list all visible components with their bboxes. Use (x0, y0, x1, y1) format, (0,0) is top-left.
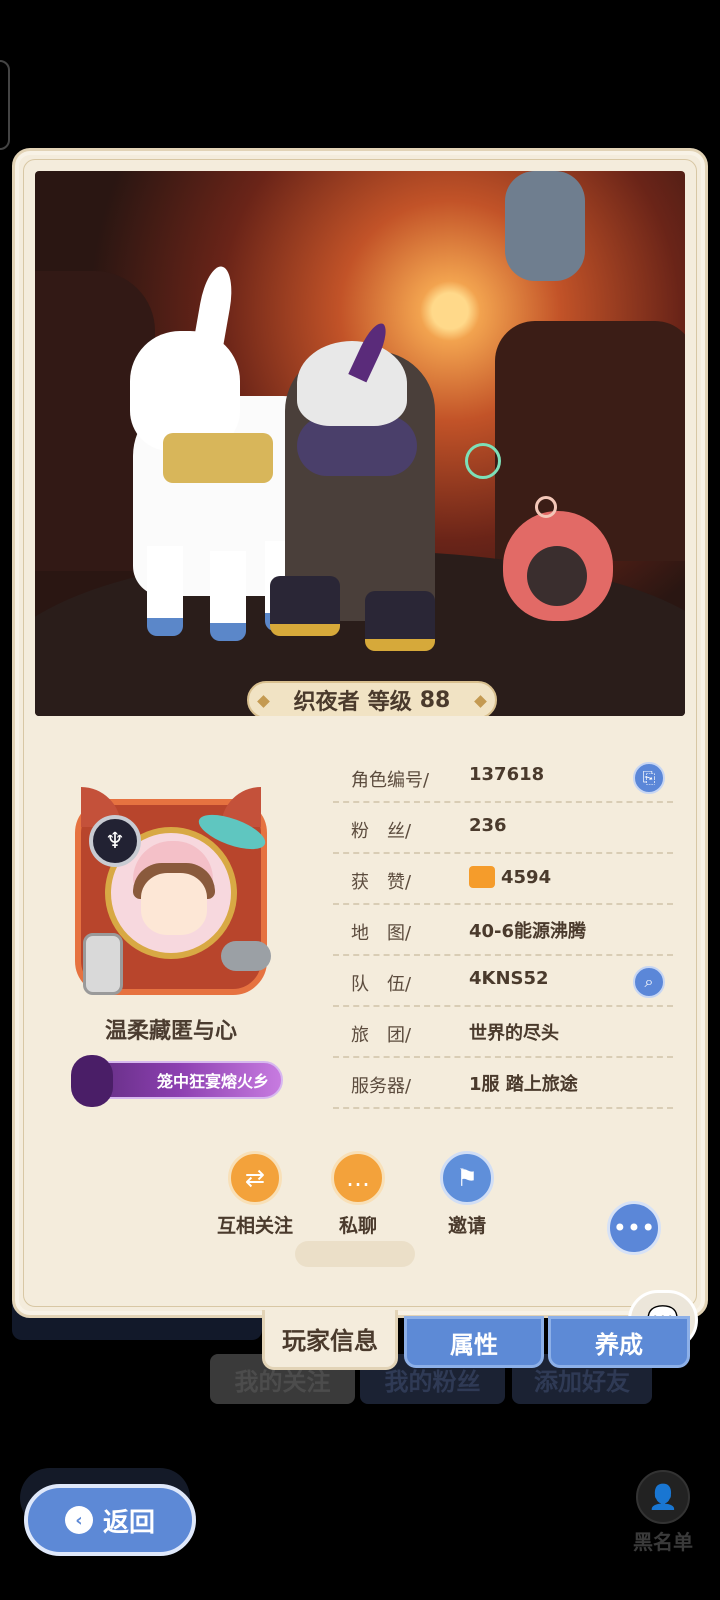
unicorn-ear (193, 264, 237, 348)
info-value: 137618 (469, 764, 544, 785)
pipe-ornament (221, 941, 271, 971)
avatar[interactable]: ♆ (75, 787, 271, 995)
diamond-ornament-icon (257, 695, 270, 708)
blacklist-button[interactable]: 👤 黑名单 (618, 1470, 708, 1555)
hero-boot (365, 591, 435, 651)
trident-rank-icon: ♆ (89, 815, 141, 867)
team-value: 4KNS52 (469, 968, 549, 989)
glow-orb (535, 496, 557, 518)
back-arrow-icon: ‹ (64, 1506, 93, 1534)
info-value: 世界的尽头 (469, 1019, 559, 1045)
back-button[interactable]: ‹ 返回 (24, 1484, 196, 1556)
invite-label: 邀请 (447, 1215, 486, 1237)
info-row-server: 服务器/ 1服 踏上旅途 (333, 1058, 673, 1109)
blacklist-label: 黑名单 (633, 1530, 693, 1554)
character-showcase: 织夜者 等级 88 (35, 171, 685, 716)
search-icon[interactable]: ⌕ (633, 966, 665, 998)
title-badge: 笼中狂宴熔火乡 (71, 1055, 283, 1107)
title-text: 笼中狂宴熔火乡 (156, 1072, 269, 1091)
info-label: 地 图/ (351, 923, 412, 944)
copy-icon[interactable]: ⎘ (633, 762, 665, 794)
tab-player-info[interactable]: 玩家信息 (262, 1310, 398, 1370)
glow-orb (465, 443, 501, 479)
bottle-ornament-icon (83, 933, 123, 995)
chat-label: 私聊 (338, 1215, 377, 1237)
info-value: 4KNS52 (469, 968, 549, 989)
unicorn-leg (210, 551, 246, 641)
info-row-map: 地 图/ 40-6能源沸腾 (333, 905, 673, 956)
hero-boot (270, 576, 340, 636)
private-chat-button[interactable]: … 私聊 (313, 1151, 403, 1238)
info-label: 角色编号/ (351, 770, 430, 791)
fans-value: 236 (469, 815, 507, 836)
dragon-pet-figure (505, 171, 585, 281)
info-value: 4594 (469, 866, 551, 888)
invite-flag-icon: ⚑ (440, 1151, 494, 1205)
info-row-fans: 粉 丝/ 236 (333, 803, 673, 854)
info-row-team: 队 伍/ 4KNS52 ⌕ (333, 956, 673, 1007)
invite-button[interactable]: ⚑ 邀请 (422, 1151, 512, 1238)
diamond-ornament-icon (474, 695, 487, 708)
tab-attributes[interactable]: 属性 (404, 1316, 544, 1368)
map-value: 40-6能源沸腾 (469, 921, 587, 942)
info-value: 1服 踏上旅途 (469, 1070, 578, 1096)
info-label: 获 赞/ (351, 872, 412, 893)
info-label: 粉 丝/ (351, 821, 412, 842)
hero-hair (297, 341, 407, 426)
follow-label: 互相关注 (216, 1215, 293, 1237)
tab-growth[interactable]: 养成 (548, 1316, 690, 1368)
role-id-value: 137618 (469, 764, 545, 785)
level-label: 等级 (367, 690, 412, 715)
thumbs-up-icon (469, 866, 495, 888)
portrait-face (141, 873, 207, 935)
unicorn-leg (147, 546, 183, 636)
likes-value: 4594 (501, 866, 552, 888)
info-label: 服务器/ (351, 1076, 412, 1097)
info-row-role-id: 角色编号/ 137618 ⎘ (333, 752, 673, 803)
player-name: 温柔藏匿与心 (104, 1019, 237, 1044)
info-row-likes: 获 赞/ 4594 (333, 854, 673, 905)
player-profile-card: 织夜者 等级 88 ♆ 温柔藏匿与心 笼中狂宴熔火乡 角色编号/ 137618 … (12, 148, 708, 1318)
info-row-guild: 旅 团/ 世界的尽头 (333, 1007, 673, 1058)
follow-button[interactable]: ⇄ 互相关注 (210, 1151, 300, 1238)
class-level-banner: 织夜者 等级 88 (247, 681, 497, 716)
swap-arrows-icon: ⇄ (228, 1151, 282, 1205)
chat-bubble-icon: … (331, 1151, 385, 1205)
info-value: 236 (469, 815, 507, 836)
guild-value: 世界的尽头 (469, 1023, 559, 1044)
info-label: 旅 团/ (351, 1025, 412, 1046)
back-label: 返回 (102, 1507, 155, 1538)
edge-handle (0, 60, 10, 150)
info-label: 队 伍/ (351, 974, 412, 995)
dragon-emblem-icon (71, 1055, 113, 1107)
unicorn-armor (163, 433, 273, 483)
user-block-icon: 👤 (636, 1470, 690, 1524)
server-value: 1服 踏上旅途 (469, 1074, 578, 1095)
level-value: 88 (419, 687, 451, 713)
more-options-icon[interactable]: ••• (607, 1201, 661, 1255)
class-name: 织夜者 (293, 690, 360, 715)
fire-pet-face (527, 546, 587, 606)
info-value: 40-6能源沸腾 (469, 917, 586, 943)
card-ornament (295, 1241, 415, 1267)
